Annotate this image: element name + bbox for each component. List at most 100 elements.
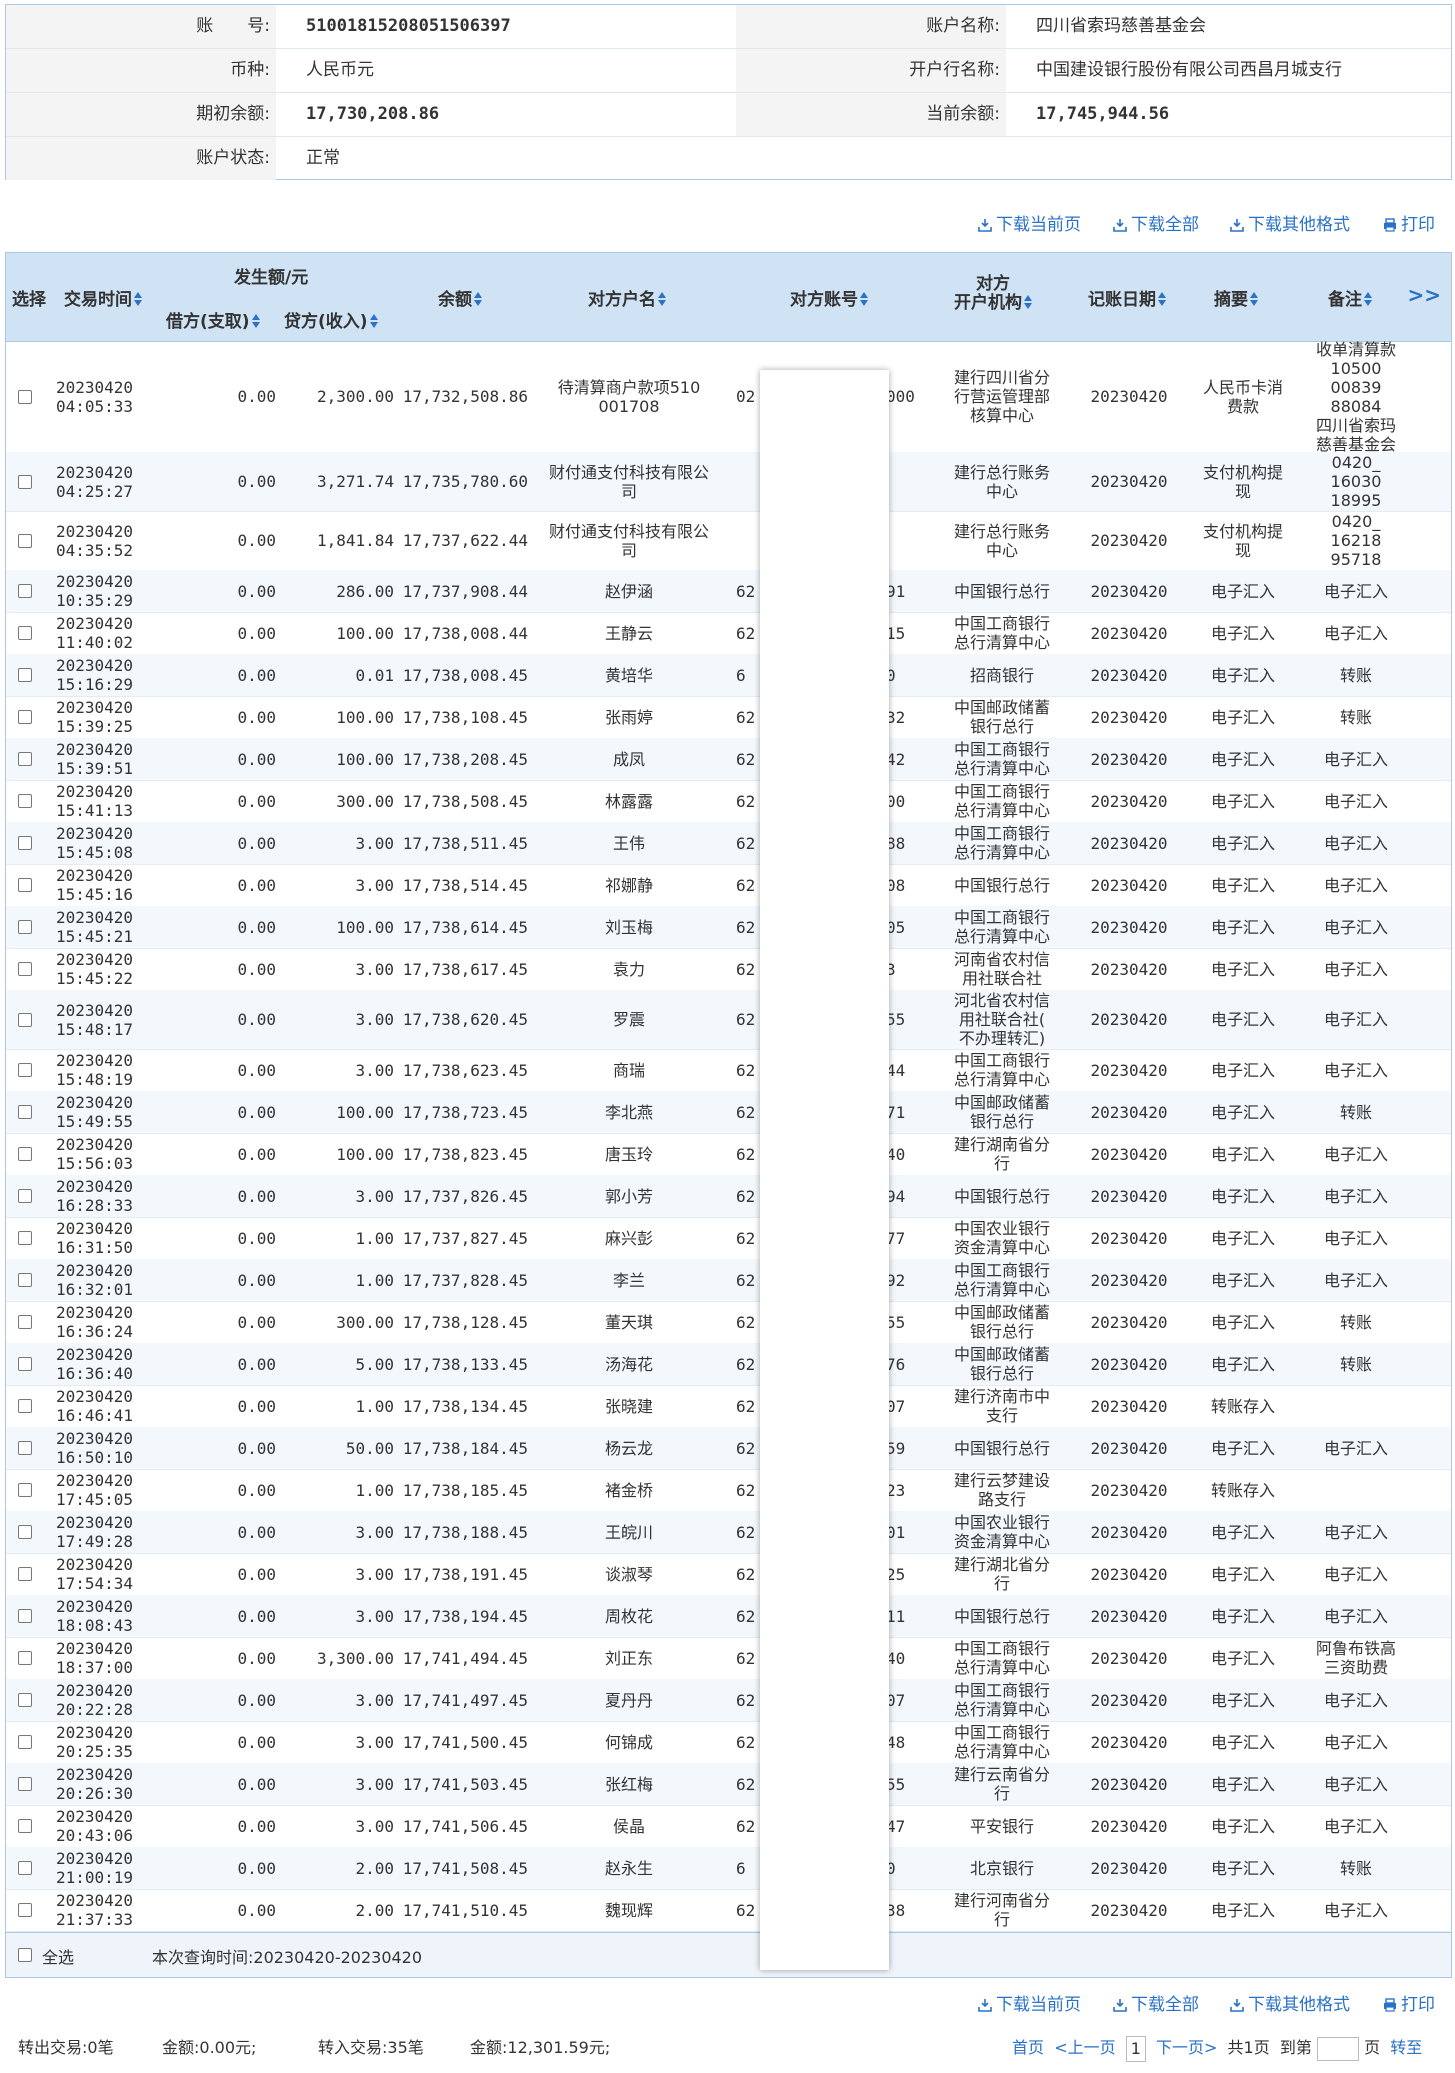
row-checkbox[interactable]: [18, 1861, 32, 1875]
row-checkbox[interactable]: [18, 1651, 32, 1665]
row-checkbox[interactable]: [18, 1441, 32, 1455]
print-link-bottom[interactable]: 打印: [1383, 1992, 1435, 2018]
row-checkbox[interactable]: [18, 920, 32, 934]
trade-date: 20230420: [56, 462, 134, 482]
table-row[interactable]: 20230420 16:46:41 0.00 1.00 17,738,134.45 张晓建…: [6, 1385, 1451, 1428]
download-all-link-bottom[interactable]: 下载全部: [1113, 1992, 1199, 2018]
header-debit[interactable]: 借方(支取): [166, 307, 260, 332]
table-row[interactable]: 20230420 18:37:00 0.00 3,300.00 17,741,494.4…: [6, 1637, 1451, 1680]
header-time[interactable]: 交易时间: [64, 285, 142, 310]
row-checkbox[interactable]: [18, 962, 32, 976]
table-row[interactable]: 20230420 15:45:22 0.00 3.00 17,738,617.45 袁力 6…: [6, 948, 1451, 991]
table-row[interactable]: 20230420 21:37:33 0.00 2.00 17,741,510.45 魏现辉…: [6, 1889, 1451, 1932]
row-checkbox[interactable]: [18, 1231, 32, 1245]
table-row[interactable]: 20230420 20:22:28 0.00 3.00 17,741,497.45 夏丹丹…: [6, 1679, 1451, 1722]
row-checkbox[interactable]: [18, 1357, 32, 1371]
header-counter-bank[interactable]: 对方 开户机构: [954, 275, 1032, 313]
table-row[interactable]: 20230420 17:45:05 0.00 1.00 17,738,185.45 褚金桥…: [6, 1469, 1451, 1512]
goto-page-input[interactable]: [1317, 2036, 1360, 2061]
row-checkbox[interactable]: [18, 1609, 32, 1623]
row-checkbox[interactable]: [18, 668, 32, 682]
table-row[interactable]: 20230420 20:26:30 0.00 3.00 17,741,503.45 张红梅…: [6, 1763, 1451, 1806]
table-row[interactable]: 20230420 18:08:43 0.00 3.00 17,738,194.45 周枚花…: [6, 1595, 1451, 1638]
row-checkbox[interactable]: [18, 533, 32, 548]
table-row[interactable]: 20230420 16:32:01 0.00 1.00 17,737,828.45 李兰 6…: [6, 1259, 1451, 1302]
cell-balance: 17,738,128.45: [402, 1312, 528, 1332]
row-checkbox[interactable]: [18, 836, 32, 850]
table-row[interactable]: 20230420 15:45:16 0.00 3.00 17,738,514.45 祁娜静…: [6, 864, 1451, 907]
table-row[interactable]: 20230420 21:00:19 0.00 2.00 17,741,508.45 赵永生…: [6, 1847, 1451, 1890]
row-checkbox[interactable]: [18, 1012, 32, 1027]
table-row[interactable]: 20230420 16:31:50 0.00 1.00 17,737,827.45 麻兴彭…: [6, 1217, 1451, 1260]
table-row[interactable]: 20230420 17:49:28 0.00 3.00 17,738,188.45 王皖川…: [6, 1511, 1451, 1554]
download-page-link-bottom[interactable]: 下载当前页: [978, 1992, 1081, 2018]
download-page-link[interactable]: 下载当前页: [978, 212, 1081, 238]
row-checkbox[interactable]: [18, 1189, 32, 1203]
table-row[interactable]: 20230420 15:48:19 0.00 3.00 17,738,623.45 商瑞 6…: [6, 1049, 1451, 1092]
table-row[interactable]: 20230420 04:05:33 0.00 2,300.00 17,732,508.8…: [6, 340, 1451, 454]
table-row[interactable]: 20230420 04:35:52 0.00 1,841.84 17,737,622.4…: [6, 511, 1451, 571]
row-checkbox[interactable]: [18, 1903, 32, 1917]
header-remark[interactable]: 备注: [1328, 285, 1372, 310]
header-counter-account[interactable]: 对方账号: [790, 285, 868, 310]
table-row[interactable]: 20230420 20:25:35 0.00 3.00 17,741,500.45 何锦成…: [6, 1721, 1451, 1764]
row-checkbox[interactable]: [18, 1063, 32, 1077]
download-other-link-bottom[interactable]: 下载其他格式: [1230, 1992, 1350, 2018]
row-checkbox[interactable]: [18, 1483, 32, 1497]
row-checkbox[interactable]: [18, 389, 32, 404]
row-checkbox[interactable]: [18, 1777, 32, 1791]
row-checkbox[interactable]: [18, 1819, 32, 1833]
table-row[interactable]: 20230420 16:28:33 0.00 3.00 17,737,826.45 郭小芳…: [6, 1175, 1451, 1218]
row-checkbox[interactable]: [18, 1315, 32, 1329]
table-row[interactable]: 20230420 15:56:03 0.00 100.00 17,738,823.45 唐…: [6, 1133, 1451, 1176]
table-row[interactable]: 20230420 15:39:51 0.00 100.00 17,738,208.45 成…: [6, 738, 1451, 781]
table-row[interactable]: 20230420 16:50:10 0.00 50.00 17,738,184.45 杨云…: [6, 1427, 1451, 1470]
row-checkbox[interactable]: [18, 1735, 32, 1749]
row-checkbox[interactable]: [18, 752, 32, 766]
more-columns-button[interactable]: >>: [1407, 283, 1441, 307]
download-all-link[interactable]: 下载全部: [1113, 212, 1199, 238]
table-row[interactable]: 20230420 15:48:17 0.00 3.00 17,738,620.45 罗震 6…: [6, 990, 1451, 1050]
row-checkbox[interactable]: [18, 584, 32, 598]
print-link[interactable]: 打印: [1383, 212, 1435, 238]
header-balance[interactable]: 余额: [438, 285, 482, 310]
header-summary[interactable]: 摘要: [1214, 285, 1258, 310]
row-checkbox[interactable]: [18, 626, 32, 640]
table-row[interactable]: 20230420 04:25:27 0.00 3,271.74 17,735,780.6…: [6, 452, 1451, 512]
row-checkbox[interactable]: [18, 1105, 32, 1119]
table-row[interactable]: 20230420 11:40:02 0.00 100.00 17,738,008.44 王…: [6, 612, 1451, 655]
next-page-link[interactable]: 下一页>: [1156, 2038, 1217, 2057]
table-row[interactable]: 20230420 15:39:25 0.00 100.00 17,738,108.45 张…: [6, 696, 1451, 739]
row-checkbox[interactable]: [18, 1693, 32, 1707]
row-checkbox[interactable]: [18, 878, 32, 892]
table-row[interactable]: 20230420 16:36:24 0.00 300.00 17,738,128.45 董…: [6, 1301, 1451, 1344]
header-post-date[interactable]: 记账日期: [1088, 285, 1166, 310]
table-row[interactable]: 20230420 17:54:34 0.00 3.00 17,738,191.45 谈淑琴…: [6, 1553, 1451, 1596]
header-credit[interactable]: 贷方(收入): [284, 307, 378, 332]
row-checkbox[interactable]: [18, 1273, 32, 1287]
prev-page-link[interactable]: <上一页: [1054, 2038, 1115, 2057]
row-checkbox[interactable]: [18, 1567, 32, 1581]
table-row[interactable]: 20230420 15:45:08 0.00 3.00 17,738,511.45 王伟 6…: [6, 822, 1451, 865]
download-other-link[interactable]: 下载其他格式: [1230, 212, 1350, 238]
table-row[interactable]: 20230420 15:16:29 0.00 0.01 17,738,008.45 黄培华…: [6, 654, 1451, 697]
current-page[interactable]: 1: [1125, 2035, 1146, 2062]
select-all-checkbox[interactable]: [18, 1948, 32, 1962]
sort-icon: [658, 292, 666, 308]
row-checkbox[interactable]: [18, 1147, 32, 1161]
header-counterparty[interactable]: 对方户名: [588, 285, 666, 310]
row-checkbox[interactable]: [18, 474, 32, 489]
table-row[interactable]: 20230420 20:43:06 0.00 3.00 17,741,506.45 侯晶 6…: [6, 1805, 1451, 1848]
row-checkbox[interactable]: [18, 1399, 32, 1413]
table-row[interactable]: 20230420 15:49:55 0.00 100.00 17,738,723.45 李…: [6, 1091, 1451, 1134]
goto-button[interactable]: 转至: [1390, 2038, 1422, 2057]
opening-balance-value: 17,730,208.86: [306, 104, 440, 124]
row-checkbox[interactable]: [18, 710, 32, 724]
row-checkbox[interactable]: [18, 1525, 32, 1539]
table-row[interactable]: 20230420 15:41:13 0.00 300.00 17,738,508.45 林…: [6, 780, 1451, 823]
table-row[interactable]: 20230420 10:35:29 0.00 286.00 17,737,908.44 赵…: [6, 570, 1451, 613]
first-page-link[interactable]: 首页: [1012, 2038, 1044, 2057]
row-checkbox[interactable]: [18, 794, 32, 808]
table-row[interactable]: 20230420 15:45:21 0.00 100.00 17,738,614.45 刘…: [6, 906, 1451, 949]
table-row[interactable]: 20230420 16:36:40 0.00 5.00 17,738,133.45 汤海花…: [6, 1343, 1451, 1386]
